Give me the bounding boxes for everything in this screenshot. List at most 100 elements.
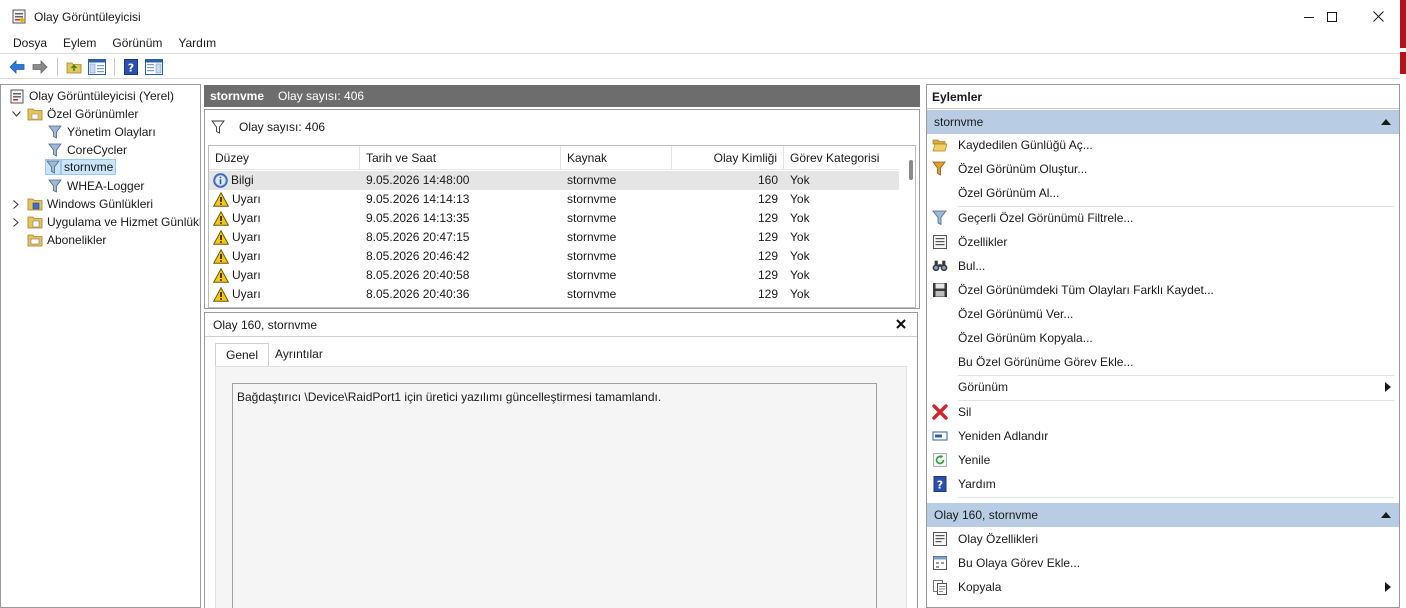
column-header-datetime[interactable]: Tarih ve Saat xyxy=(360,146,561,170)
maximize-button[interactable] xyxy=(1309,0,1355,33)
tree-item-windows-logs[interactable]: Windows Günlükleri xyxy=(10,195,153,213)
action-view-14[interactable]: ? Yardım xyxy=(927,472,1399,496)
window-title: Olay Görüntüleyicisi xyxy=(34,10,141,24)
action-view-4[interactable]: Özellikler xyxy=(927,230,1399,254)
filter-icon xyxy=(45,159,61,175)
filter-icon xyxy=(932,210,948,226)
action-view-11[interactable]: Sil xyxy=(927,400,1399,424)
tree-item-custom-views[interactable]: Özel Görünümler xyxy=(10,105,138,123)
action-view-2[interactable]: Özel Görünüm Al... xyxy=(927,181,1399,205)
table-row[interactable]: Uyarı 8.05.2026 20:40:58 stornvme 129 Yok xyxy=(209,266,899,285)
event-message[interactable]: Bağdaştırıcı \Device\RaidPort1 için üret… xyxy=(232,383,877,608)
tree-item-stornvme[interactable]: stornvme xyxy=(45,158,117,176)
tree-item-whea-logger[interactable]: WHEA-Logger xyxy=(47,177,144,195)
cell-level: Uyarı xyxy=(209,209,360,228)
action-view-8[interactable]: Özel Görünüm Kopyala... xyxy=(927,326,1399,350)
general-tab-panel: Bağdaştırıcı \Device\RaidPort1 için üret… xyxy=(215,366,907,608)
tree-item-admin-events[interactable]: Yönetim Olayları xyxy=(47,123,156,141)
action-view-10[interactable]: Görünüm xyxy=(927,375,1399,399)
filter-create-icon xyxy=(932,161,948,177)
svg-text:?: ? xyxy=(128,61,134,74)
chevron-right-icon[interactable] xyxy=(10,198,22,210)
collapse-up-icon[interactable] xyxy=(1381,512,1391,518)
cell-source: stornvme xyxy=(567,192,617,206)
cell-source: stornvme xyxy=(567,287,617,301)
section-label: stornvme xyxy=(934,115,984,129)
column-header-task-category[interactable]: Görev Kategorisi xyxy=(784,146,894,170)
action-view-6[interactable]: Özel Görünümdeki Tüm Olayları Farklı Kay… xyxy=(927,278,1399,302)
action-event-1[interactable]: Bu Olaya Görev Ekle... xyxy=(927,551,1399,575)
table-row[interactable]: Uyarı 8.05.2026 20:40:36 stornvme 129 Yok xyxy=(209,285,899,304)
event-list-panel: Olay sayısı: 406 Düzey Tarih ve Saat Kay… xyxy=(204,109,920,309)
action-view-13[interactable]: Yenile xyxy=(927,448,1399,472)
blank-icon xyxy=(932,306,948,322)
cell-source: stornvme xyxy=(567,268,617,282)
menu-gorunum[interactable]: Görünüm xyxy=(104,33,170,53)
cell-source: stornvme xyxy=(567,230,617,244)
forward-button[interactable] xyxy=(29,56,51,78)
up-level-button[interactable] xyxy=(63,56,85,78)
column-header-event-id[interactable]: Olay Kimliği xyxy=(672,146,784,170)
action-view-3[interactable]: Geçerli Özel Görünümü Filtrele... xyxy=(927,206,1399,230)
view-name: stornvme xyxy=(210,89,265,103)
actions-section-stornvme[interactable]: stornvme xyxy=(927,110,1399,134)
action-label: Yardım xyxy=(958,477,996,491)
action-view-1[interactable]: Özel Görünüm Oluştur... xyxy=(927,157,1399,181)
action-label: Özel Görünüm Oluştur... xyxy=(958,162,1088,176)
binoculars-icon xyxy=(932,258,948,274)
action-event-2[interactable]: Kopyala xyxy=(927,575,1399,599)
menu-eylem[interactable]: Eylem xyxy=(55,33,104,53)
table-row[interactable]: Uyarı 9.05.2026 14:14:13 stornvme 129 Yok xyxy=(209,190,899,209)
level-text: Uyarı xyxy=(232,230,261,244)
action-view-12[interactable]: Yeniden Adlandır xyxy=(927,424,1399,448)
menu-yardim[interactable]: Yardım xyxy=(170,33,224,53)
tree-item-app-services-logs[interactable]: Uygulama ve Hizmet Günlükleri xyxy=(10,213,200,231)
scrollbar-thumb[interactable] xyxy=(909,160,913,180)
action-view-5[interactable]: Bul... xyxy=(927,254,1399,278)
collapse-up-icon[interactable] xyxy=(1381,119,1391,125)
tab-ayrintilar[interactable]: Ayrıntılar xyxy=(269,343,329,367)
menu-dosya[interactable]: Dosya xyxy=(5,33,55,53)
tree-item-corecycler[interactable]: CoreCycler xyxy=(47,141,127,159)
tab-genel[interactable]: Genel xyxy=(215,343,270,367)
view-event-count: Olay sayısı: 406 xyxy=(278,89,365,103)
back-button[interactable] xyxy=(6,56,28,78)
copy-icon xyxy=(932,579,948,595)
tree-item-label: Abonelikler xyxy=(47,233,107,247)
warning-icon xyxy=(213,192,232,207)
tree-item-label: Olay Görüntüleyicisi (Yerel) xyxy=(29,89,174,103)
help-button[interactable]: ? xyxy=(120,56,142,78)
folder-up-icon xyxy=(66,62,82,73)
blank-icon xyxy=(932,185,948,201)
filter-bar: Olay sayısı: 406 xyxy=(205,110,919,144)
filter-icon xyxy=(47,178,63,194)
action-view-0[interactable]: Kaydedilen Günlüğü Aç... xyxy=(927,133,1399,157)
action-view-9[interactable]: Bu Özel Görünüme Görev Ekle... xyxy=(927,350,1399,374)
column-header-source[interactable]: Kaynak xyxy=(561,146,672,170)
cell-event-id: 129 xyxy=(757,268,778,282)
title-bar[interactable]: Olay Görüntüleyicisi xyxy=(0,0,1400,33)
action-event-0[interactable]: Olay Özellikleri xyxy=(927,527,1399,551)
action-view-7[interactable]: Özel Görünümü Ver... xyxy=(927,302,1399,326)
table-row[interactable]: Uyarı 8.05.2026 20:46:42 stornvme 129 Yok xyxy=(209,247,899,266)
toolbar: ? xyxy=(0,55,1400,79)
tree-item-label: Windows Günlükleri xyxy=(47,197,154,211)
tree-item-subscriptions[interactable]: Abonelikler xyxy=(27,231,106,249)
show-hide-console-tree-button[interactable] xyxy=(86,56,108,78)
show-hide-action-pane-button[interactable] xyxy=(143,56,165,78)
tree-item-root[interactable]: Olay Görüntüleyicisi (Yerel) xyxy=(9,87,174,105)
chevron-down-icon[interactable] xyxy=(10,108,22,120)
delete-icon xyxy=(932,404,948,420)
cell-task-category: Yok xyxy=(790,268,810,282)
table-row[interactable]: Uyarı 9.05.2026 14:13:35 stornvme 129 Yok xyxy=(209,209,899,228)
console-tree: Olay Görüntüleyicisi (Yerel) Özel Görünü… xyxy=(0,84,201,608)
chevron-right-icon[interactable] xyxy=(10,216,22,228)
column-header-level[interactable]: Düzey xyxy=(209,146,360,170)
table-row-partial[interactable] xyxy=(209,304,899,307)
info-icon xyxy=(213,173,231,188)
table-row[interactable]: Uyarı 8.05.2026 20:47:15 stornvme 129 Yok xyxy=(209,228,899,247)
table-row[interactable]: Bilgi 9.05.2026 14:48:00 stornvme 160 Yok xyxy=(209,171,899,190)
close-button[interactable] xyxy=(1355,0,1401,33)
actions-section-event[interactable]: Olay 160, stornvme xyxy=(927,503,1399,527)
close-detail-button[interactable] xyxy=(895,318,907,330)
